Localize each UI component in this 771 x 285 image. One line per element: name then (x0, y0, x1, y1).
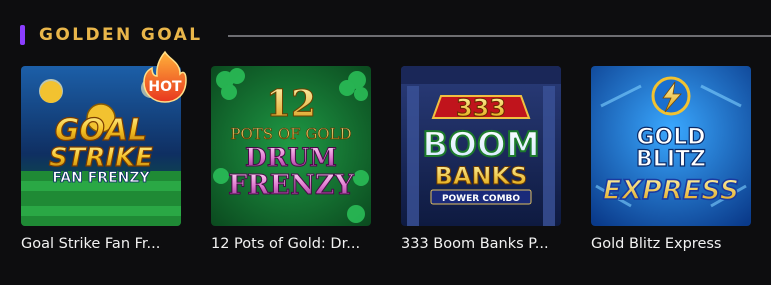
hot-badge-label: HOT (148, 79, 182, 95)
game-card-12-pots-of-gold[interactable]: 12 POTS OF GOLD DRUM FRENZY 12 Pots of G… (211, 66, 371, 252)
section-accent-bar (20, 25, 25, 45)
game-thumbnail-gold-blitz-express[interactable]: GOLD BLITZ EXPRESS (591, 66, 751, 226)
art-line3: BANKS (435, 162, 528, 190)
game-title-333-boom-banks[interactable]: 333 Boom Banks P... (401, 236, 576, 252)
game-card-gold-blitz-express[interactable]: GOLD BLITZ EXPRESS Gold Blitz Express (591, 66, 751, 252)
art-line4: POWER COMBO (442, 194, 520, 204)
art-line2: BOOM (422, 125, 540, 165)
art-line2: STRIKE (49, 143, 153, 173)
art-line1: 12 (266, 83, 316, 125)
art-line3: EXPRESS (603, 175, 739, 206)
art-line3: DRUM (245, 143, 337, 172)
art-line1: 333 (456, 94, 506, 122)
art-line2: BLITZ (636, 147, 706, 172)
art-line4: FRENZY (228, 170, 355, 201)
game-card-333-boom-banks[interactable]: 333 BOOM BANKS POWER COMBO 333 Boom Bank… (401, 66, 561, 252)
game-title-12-pots-of-gold[interactable]: 12 Pots of Gold: Dr... (211, 236, 386, 252)
section-header: GOLDEN GOAL (20, 24, 771, 46)
game-thumbnail-333-boom-banks[interactable]: 333 BOOM BANKS POWER COMBO (401, 66, 561, 226)
section-title: GOLDEN GOAL (39, 25, 203, 45)
art-line2: POTS OF GOLD (230, 125, 351, 143)
game-thumbnail-12-pots-of-gold[interactable]: 12 POTS OF GOLD DRUM FRENZY (211, 66, 371, 226)
header-divider (228, 35, 771, 37)
hot-badge: HOT (140, 50, 190, 106)
game-title-gold-blitz-express[interactable]: Gold Blitz Express (591, 236, 766, 252)
art-line3: FAN FRENZY (52, 170, 150, 186)
game-title-goal-strike[interactable]: Goal Strike Fan Fr... (21, 236, 196, 252)
